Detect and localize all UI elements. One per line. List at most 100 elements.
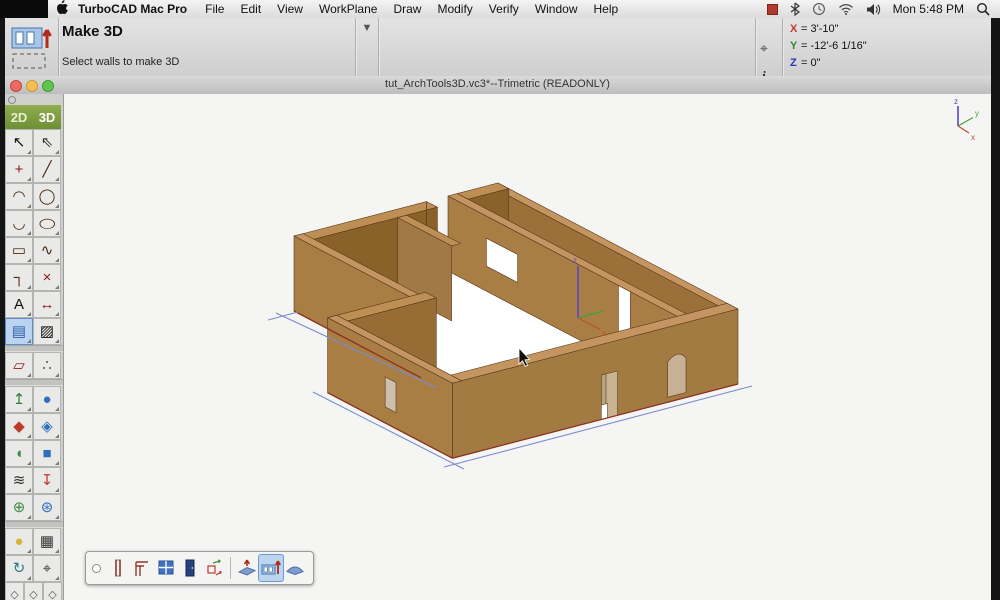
wifi-icon[interactable]	[838, 3, 854, 15]
loft-tool[interactable]: ◈	[33, 413, 61, 440]
z-coordinate: Z= 0"	[790, 55, 867, 72]
screen-corner-mask	[0, 0, 48, 18]
wall-segment-tool-icon	[108, 557, 128, 579]
node-edit-tool-icon: ∴	[42, 358, 52, 373]
boolean-add-tool[interactable]: ⊕	[5, 494, 33, 521]
ellipse-tool[interactable]: ◯	[33, 210, 61, 237]
shell-tool-icon: ≋	[13, 473, 26, 488]
point-tool[interactable]: +	[5, 156, 33, 183]
zoom-tool[interactable]: ⌖	[33, 555, 61, 582]
menu-window[interactable]: Window	[535, 2, 578, 16]
open-select-tool[interactable]: ⇖	[33, 129, 61, 156]
trim-tool[interactable]: ×	[33, 264, 61, 291]
document-title-bar[interactable]: tut_ArchTools3D.vc3*--Trimetric (READONL…	[2, 76, 993, 95]
z-axis-label: z	[954, 97, 958, 106]
iso-view-1-icon: ◇	[10, 590, 18, 600]
iso-view-3[interactable]: ◇	[43, 582, 62, 600]
make-3d-walls-tool[interactable]	[259, 555, 283, 581]
push-pull-tool-icon: ↧	[41, 473, 54, 488]
menu-help[interactable]: Help	[594, 2, 619, 16]
orbit-tool[interactable]: ↻	[5, 555, 33, 582]
drawing-canvas[interactable]: z x z y x .f-floor{fill:var(--floor);str…	[63, 94, 991, 600]
dimension-tool[interactable]: ↔	[33, 291, 61, 318]
menu-modify[interactable]: Modify	[437, 2, 472, 16]
palette-row: ◡◯	[5, 210, 63, 237]
make-3d-tool-icon	[8, 22, 54, 72]
palette-separator	[5, 379, 63, 386]
boolean-subtract-tool[interactable]: ⊛	[33, 494, 61, 521]
toolbar-handle[interactable]	[92, 564, 101, 573]
menu-clock-text[interactable]: Mon 5:48 PM	[893, 2, 964, 16]
palette-row: ●▦	[5, 528, 63, 555]
menu-workplane[interactable]: WorkPlane	[319, 2, 377, 16]
palette-handle[interactable]	[8, 96, 16, 104]
arc-tool-icon: ◠	[12, 189, 25, 204]
wall-segment-tool[interactable]	[106, 555, 130, 581]
wall-tool[interactable]: ▤	[5, 318, 33, 345]
node-edit-tool[interactable]: ∴	[33, 352, 61, 379]
menu-draw[interactable]: Draw	[393, 2, 421, 16]
palette-row: ▤▨	[5, 318, 63, 345]
sweep-tool[interactable]: ◖	[5, 440, 33, 467]
box-tool[interactable]: ■	[33, 440, 61, 467]
window-tool[interactable]	[154, 555, 178, 581]
apple-menu-icon[interactable]	[52, 0, 70, 18]
boolean-subtract-tool-icon: ⊛	[41, 500, 54, 515]
rectangle-tool-icon: ▭	[12, 243, 26, 258]
primitives-tool[interactable]: ●	[5, 528, 33, 555]
sphere-tool[interactable]: ●	[33, 386, 61, 413]
move-copy-tool[interactable]: ▱	[5, 352, 33, 379]
corner-wall-tool[interactable]	[130, 555, 154, 581]
iso-view-3-icon: ◇	[48, 590, 56, 600]
push-pull-tool[interactable]: ↧	[33, 467, 61, 494]
z-label: Z	[790, 55, 801, 72]
slab-tool[interactable]	[235, 555, 259, 581]
select-tool[interactable]: ↖	[5, 129, 33, 156]
tab-3d[interactable]: 3D	[33, 105, 61, 129]
tool-options-dropdown[interactable]: ▼	[357, 22, 377, 38]
menu-file[interactable]: File	[205, 2, 224, 16]
arc-tool[interactable]: ◠	[5, 183, 33, 210]
curve-tool[interactable]: ◡	[5, 210, 33, 237]
spotlight-search-icon[interactable]	[976, 2, 990, 16]
snap-crosshair-icon[interactable]: ⌖	[760, 40, 768, 57]
bluetooth-icon[interactable]	[790, 2, 800, 16]
dimension-tool-icon: ↔	[40, 297, 55, 312]
hatch-tool[interactable]: ▨	[33, 318, 61, 345]
text-tool[interactable]: A	[5, 291, 33, 318]
shell-tool[interactable]: ≋	[5, 467, 33, 494]
toolbar-separator	[230, 557, 231, 579]
door-tool[interactable]	[178, 555, 202, 581]
menu-verify[interactable]: Verify	[489, 2, 519, 16]
menu-edit[interactable]: Edit	[240, 2, 261, 16]
palette-row: +╱	[5, 156, 63, 183]
volume-icon[interactable]	[866, 3, 881, 16]
tab-2d[interactable]: 2D	[5, 105, 33, 129]
primitives-tool-icon: ●	[14, 534, 23, 549]
line-tool[interactable]: ╱	[33, 156, 61, 183]
tool-title: Make 3D	[62, 23, 123, 40]
app-menu-title[interactable]: TurboCAD Mac Pro	[78, 2, 187, 16]
revolve-tool[interactable]: ◆	[5, 413, 33, 440]
line-tool-icon: ╱	[42, 162, 51, 177]
z-axis-label: z	[573, 256, 577, 265]
toolbar-separator	[755, 18, 757, 76]
spline-tool[interactable]: ∿	[33, 237, 61, 264]
iso-view-1[interactable]: ◇	[5, 582, 24, 600]
palette-row: ◇ ◇ ◇	[5, 582, 63, 600]
palette-row: ≋↧	[5, 467, 63, 494]
arched-window	[668, 354, 686, 397]
polyline-tool[interactable]: ┐	[5, 264, 33, 291]
roof-tool[interactable]	[283, 555, 307, 581]
symbols-grid-tool[interactable]: ▦	[33, 528, 61, 555]
palette-row: A↔	[5, 291, 63, 318]
tool-subtitle: Select walls to make 3D	[62, 56, 179, 68]
extrude-tool[interactable]: ↥	[5, 386, 33, 413]
circle-tool[interactable]: ◯	[33, 183, 61, 210]
rectangle-tool[interactable]: ▭	[5, 237, 33, 264]
clock-icon[interactable]	[812, 2, 826, 16]
iso-view-2[interactable]: ◇	[24, 582, 43, 600]
palette-row: ⊕⊛	[5, 494, 63, 521]
convert-walls-tool[interactable]	[202, 555, 226, 581]
menu-view[interactable]: View	[277, 2, 303, 16]
